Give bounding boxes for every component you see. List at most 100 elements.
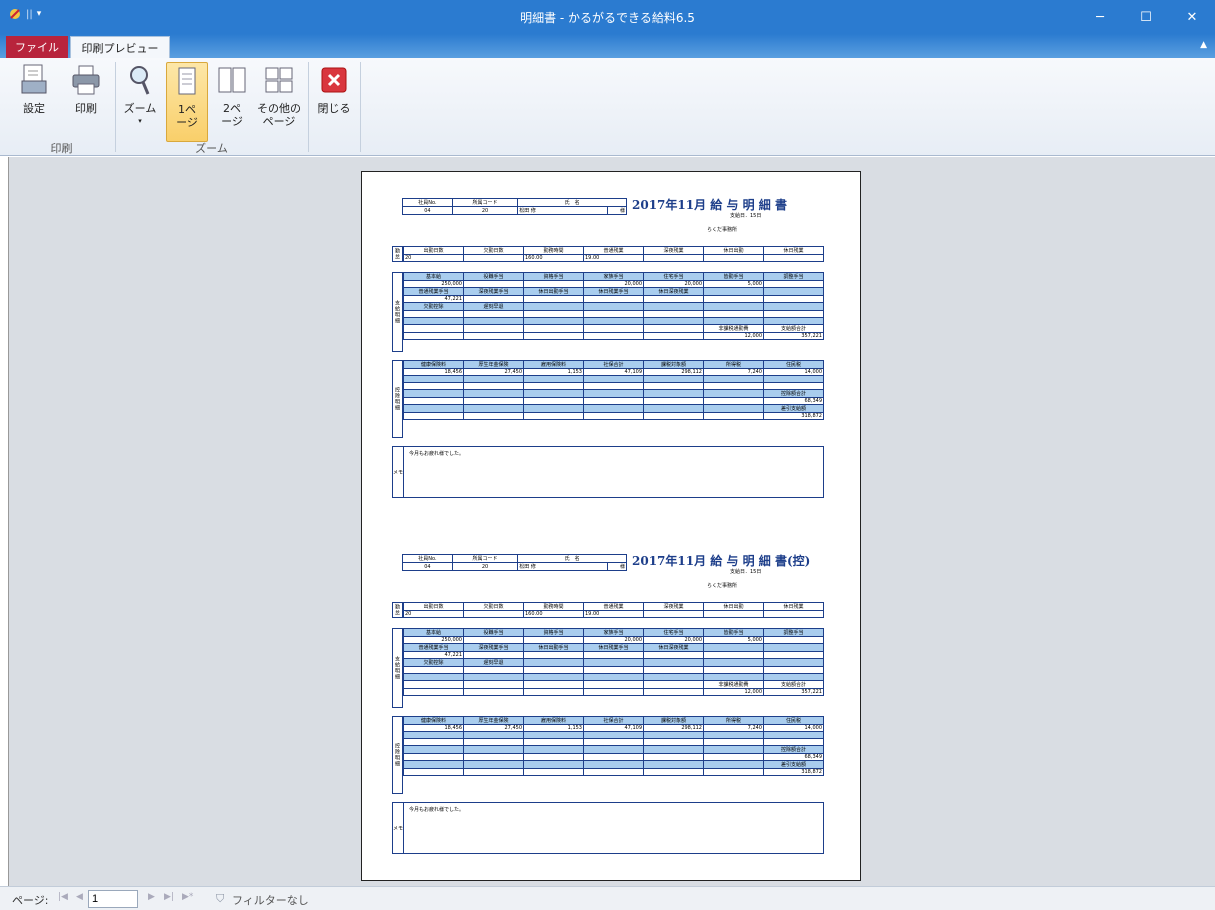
attend-value: 19.00: [583, 610, 644, 618]
ribbon-separator: [115, 62, 116, 152]
pay-header: 皆勤手当: [703, 628, 764, 637]
page-setup-button[interactable]: 設定: [14, 62, 54, 142]
emp-name: 松田 修: [517, 562, 609, 571]
pay-label: 支給明細: [392, 628, 403, 708]
one-page-label: 1ペ ージ: [176, 103, 198, 129]
attend-header: 欠勤日数: [463, 602, 524, 611]
pay-header: 深夜残業手当: [463, 287, 524, 296]
pay-header: 調整手当: [763, 272, 824, 281]
new-record-icon[interactable]: ▶*: [182, 892, 193, 902]
tab-file[interactable]: ファイル: [6, 36, 68, 58]
emp-no: 04: [402, 206, 453, 215]
first-page-icon[interactable]: |◀: [58, 892, 68, 902]
attend-header: 普通残業: [583, 602, 644, 611]
deduction-label: 控除明細: [392, 716, 403, 794]
ded-header: 雇用保険料: [523, 360, 584, 369]
printer-icon: [70, 62, 102, 98]
close-preview-button[interactable]: 閉じる: [314, 62, 354, 142]
ded-value: 14,000: [763, 724, 824, 732]
ded-header: 社保合計: [583, 360, 644, 369]
filter-status[interactable]: フィルターなし: [232, 892, 309, 908]
attend-header: 休日出勤: [703, 602, 764, 611]
ded-value: 47,109: [583, 368, 644, 376]
attend-value: [463, 254, 524, 262]
multi-page-icon: [263, 62, 295, 98]
title-bar: || ▾ 明細書 - かるがるできる給料6.5 ─ ☐ ✕: [0, 0, 1215, 34]
one-page-icon: [171, 63, 203, 99]
more-pages-label: その他の ページ: [257, 102, 301, 128]
memo-label: メモ: [393, 447, 404, 497]
filter-icon: ⛉: [216, 892, 225, 905]
pay-value: 250,000: [403, 280, 464, 288]
attend-value: 160.00: [523, 610, 584, 618]
net-pay-label: 差引支給額: [763, 760, 824, 769]
two-page-button[interactable]: 2ペ ージ: [212, 62, 252, 142]
minimize-icon: ─: [1096, 9, 1104, 25]
emp-name: 松田 修: [517, 206, 609, 215]
ded-total-label: 控除額合計: [763, 389, 824, 398]
ded-value: 14,000: [763, 368, 824, 376]
memo-box: メモ 今月もお疲れ様でした。: [392, 802, 824, 854]
payslip: 社員No. 所属コード氏 名 04 20 松田 修様 2017年11月 給 与 明 細…: [392, 194, 832, 498]
pay-header: 欠勤控除: [403, 302, 464, 311]
payday: 支給日．15日: [730, 213, 762, 219]
prev-page-icon[interactable]: ◀: [76, 892, 83, 902]
more-pages-button[interactable]: その他の ページ: [254, 62, 304, 142]
commute-value: 12,000: [703, 688, 764, 696]
pay-header: 遅刻早退: [463, 302, 524, 311]
memo-text: 今月もお疲れ様でした。: [409, 807, 465, 813]
net-pay-label: 差引支給額: [763, 404, 824, 413]
ded-header: 課税対象額: [643, 716, 704, 725]
attend-value: [643, 254, 704, 262]
zoom-button[interactable]: ズーム ▾: [119, 62, 161, 142]
ded-total-value: 68,349: [763, 753, 824, 761]
ded-header: 健康保険料: [403, 360, 464, 369]
attend-header: 出勤日数: [403, 602, 464, 611]
emp-no: 04: [402, 562, 453, 571]
ribbon-collapse-icon[interactable]: ▲: [1200, 40, 1207, 50]
page-number-input[interactable]: [88, 890, 138, 908]
dept-code: 20: [451, 562, 519, 571]
deduction-table: 健康保険料 厚生年金保険 雇用保険料 社保合計 課税対象額 所得税 住民税 18,456 27…: [403, 716, 824, 776]
attend-value: 19.00: [583, 254, 644, 262]
employee-table: 社員No. 所属コード氏 名 04 20 松田 修様: [402, 198, 627, 215]
office-name: らくだ事務所: [707, 227, 738, 233]
maximize-button[interactable]: ☐: [1123, 0, 1169, 34]
pay-value: 47,221: [403, 295, 464, 303]
pay-header: 深夜残業手当: [463, 643, 524, 652]
slip-title: 2017年11月 給 与 明 細 書(控): [632, 554, 811, 568]
preview-workspace[interactable]: 社員No. 所属コード氏 名 04 20 松田 修様 2017年11月 給 与 明 細…: [8, 157, 1215, 886]
attend-value: [703, 254, 764, 262]
minimize-button[interactable]: ─: [1077, 0, 1123, 34]
pay-total-value: 357,221: [763, 332, 824, 340]
page-setup-icon: [18, 62, 50, 98]
ded-header: 所得税: [703, 360, 764, 369]
next-page-icon[interactable]: ▶: [148, 892, 155, 902]
honorific: 様: [607, 206, 627, 215]
tab-print-preview[interactable]: 印刷プレビュー: [70, 36, 170, 58]
pay-table: 基本給 役職手当 資格手当 家族手当 住宅手当 皆勤手当 調整手当 250,000 20,00…: [403, 628, 824, 696]
emp-header: 所属コード: [451, 554, 519, 563]
ded-total-value: 68,349: [763, 397, 824, 405]
deduction-label: 控除明細: [392, 360, 403, 438]
attend-header: 勤務時間: [523, 246, 584, 255]
attendance-table: 出勤日数 欠勤日数 勤務時間 普通残業 深夜残業 休日出勤 休日残業 20 160.00 19.…: [403, 602, 824, 618]
pay-value: 5,000: [703, 280, 764, 288]
ded-header: 住民税: [763, 716, 824, 725]
attend-value: 20: [403, 254, 464, 262]
print-button[interactable]: 印刷: [64, 62, 108, 142]
emp-header: 氏 名: [517, 198, 627, 207]
pay-value: 20,000: [583, 280, 644, 288]
attend-header: 休日残業: [763, 602, 824, 611]
attend-header: 普通残業: [583, 246, 644, 255]
employee-table: 社員No. 所属コード氏 名 04 20 松田 修様: [402, 554, 627, 571]
pay-header: 休日深夜残業: [643, 643, 704, 652]
pay-value: [463, 280, 524, 288]
last-page-icon[interactable]: ▶|: [164, 892, 174, 902]
ded-header: 厚生年金保険: [463, 716, 524, 725]
pay-header: 家族手当: [583, 628, 644, 637]
ded-header: 所得税: [703, 716, 764, 725]
close-window-button[interactable]: ✕: [1169, 0, 1215, 34]
pay-header: 欠勤控除: [403, 658, 464, 667]
one-page-button[interactable]: 1ペ ージ: [166, 62, 208, 142]
